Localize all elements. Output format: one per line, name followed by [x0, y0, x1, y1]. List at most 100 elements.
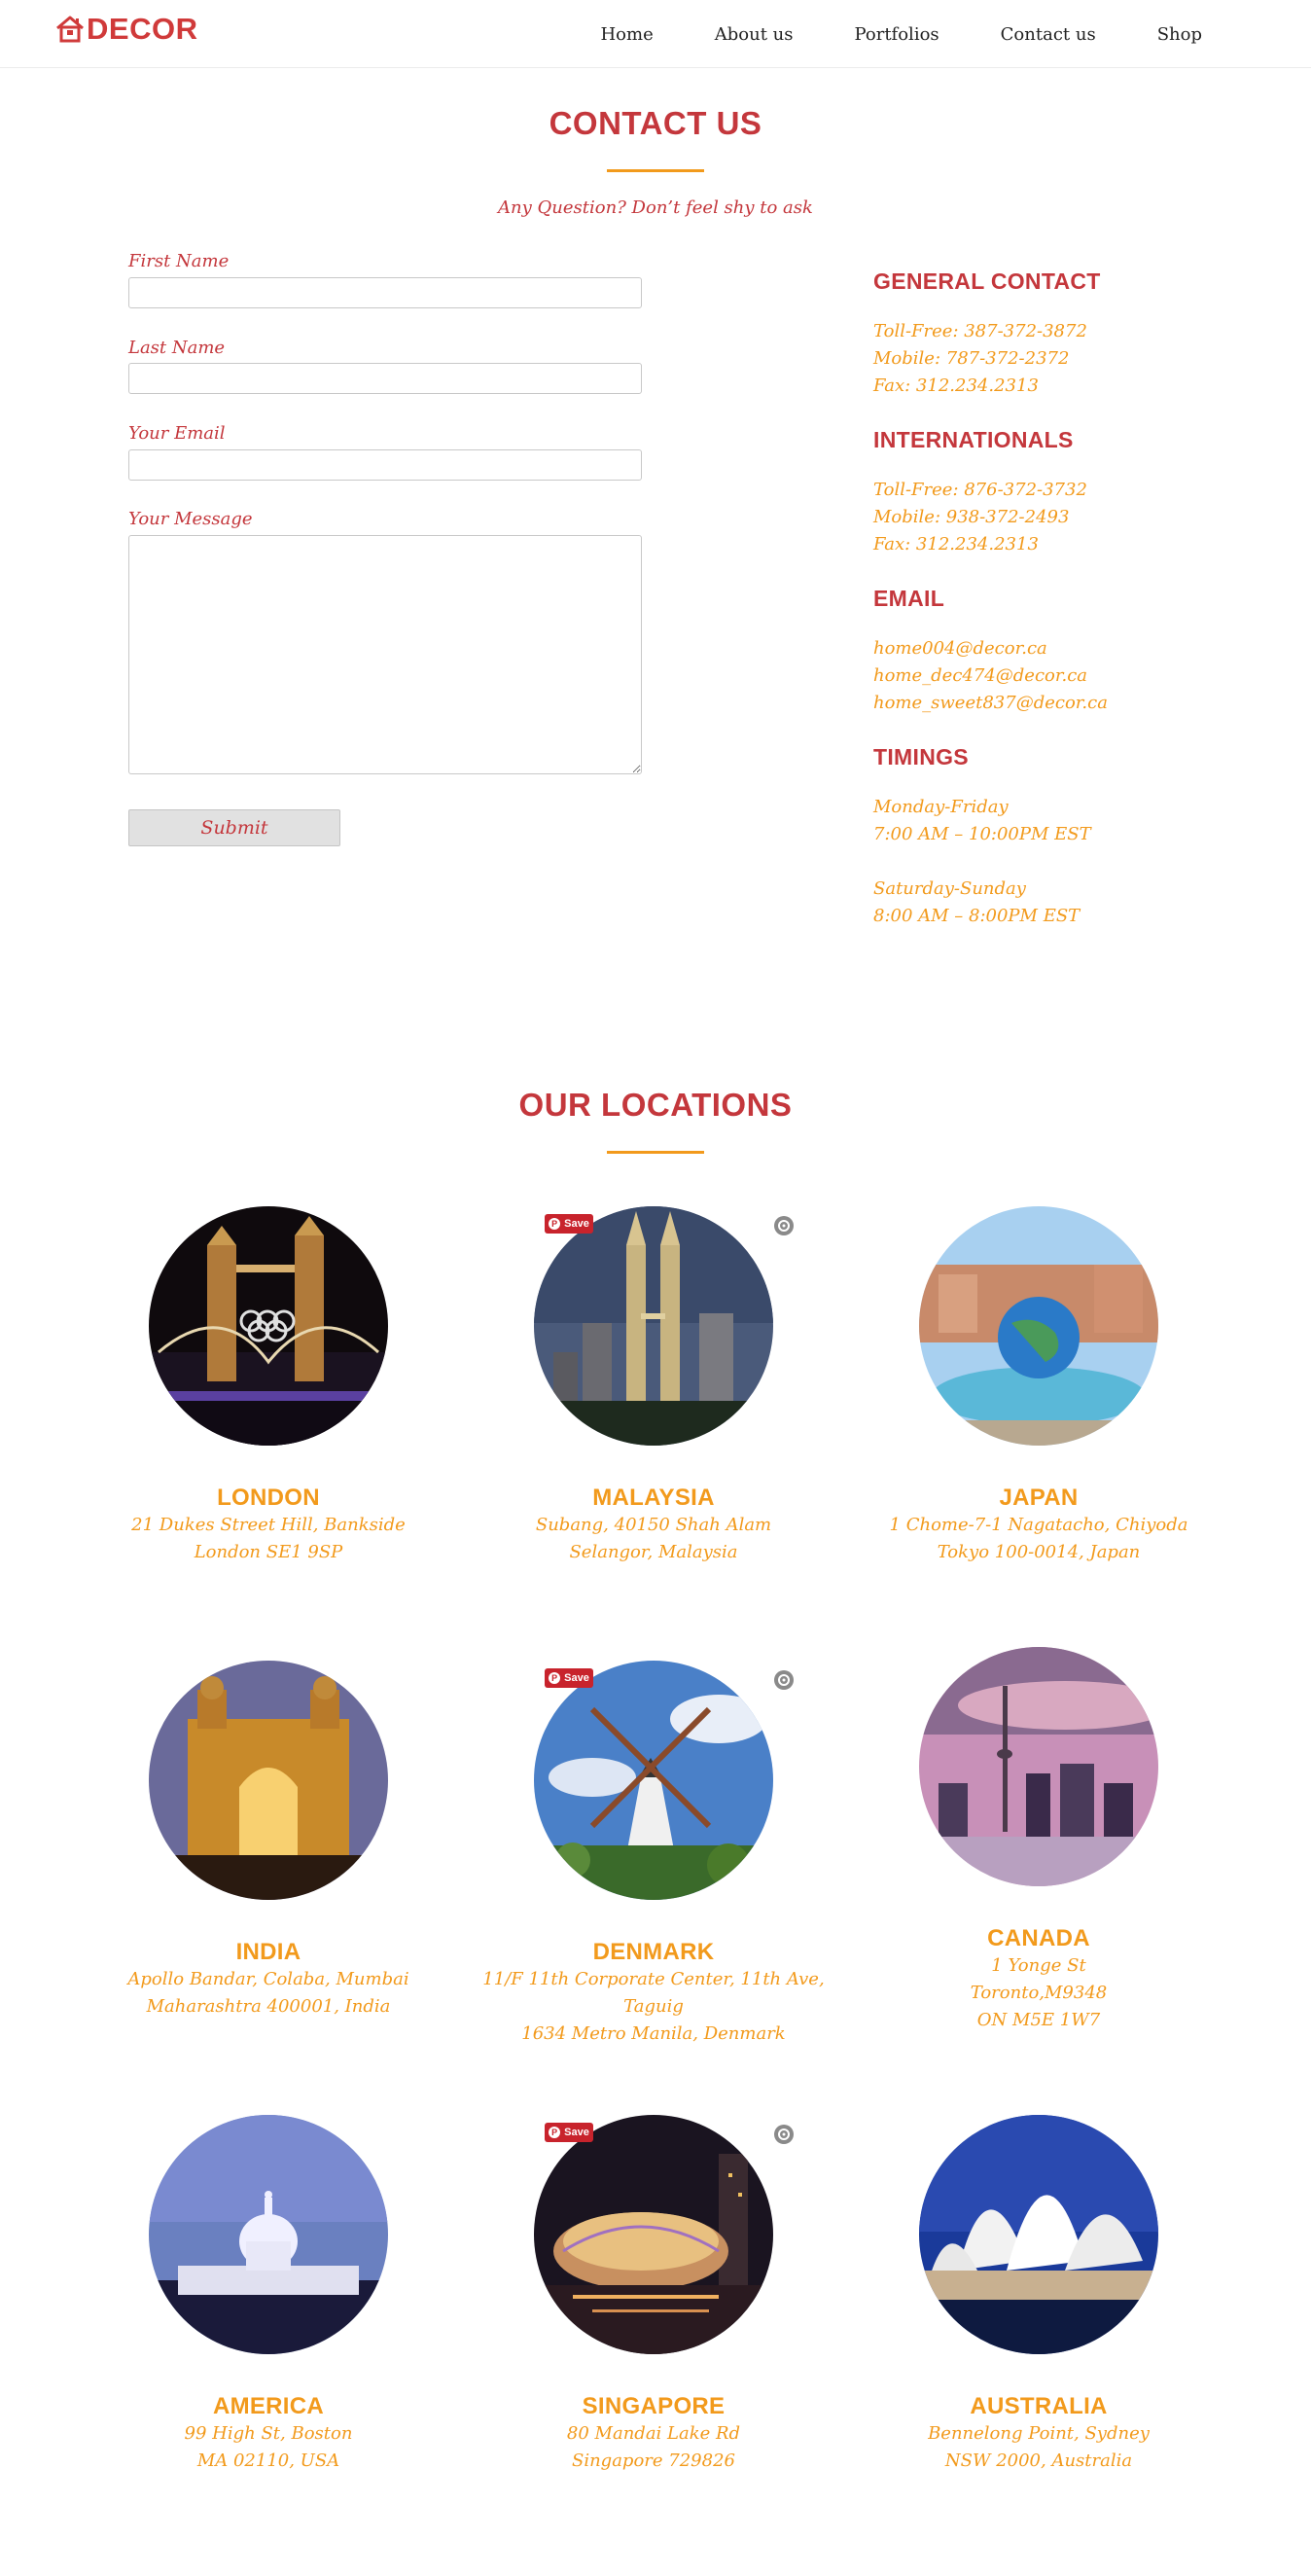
main-nav: Home About us Portfolios Contact us Shop [539, 0, 1202, 68]
weekday-days: Monday-Friday [873, 797, 1009, 817]
email-link-1[interactable]: home004@decor.ca [873, 635, 1262, 662]
location-card-india: INDIA Apollo Bandar, Colaba, Mumbai Maha… [76, 1661, 461, 2021]
email-heading: EMAIL [873, 586, 945, 611]
international-heading: INTERNATIONALS [873, 427, 1074, 452]
weekday-hours: 7:00 AM – 10:00PM EST [873, 824, 1091, 844]
location-card-malaysia: P Save MALAYSIA Subang, 40150 Shah Alam S… [461, 1206, 846, 1566]
visual-search-icon[interactable] [772, 2123, 796, 2146]
location-address-line: Singapore 729826 [572, 2451, 735, 2471]
logo-text: DECOR [87, 12, 198, 46]
international-contact: INTERNATIONALS Toll-Free: 876-372-3732 M… [873, 427, 1262, 558]
general-tollfree: Toll-Free: 387-372-3872 [873, 321, 1087, 341]
pinterest-icon: P [549, 2127, 561, 2138]
email-link-2[interactable]: home_dec474@decor.ca [873, 662, 1262, 690]
location-address-line: Maharashtra 400001, India [146, 1996, 391, 2017]
contact-info: GENERAL CONTACT Toll-Free: 387-372-3872 … [873, 268, 1262, 957]
nav-about-us[interactable]: About us [715, 24, 794, 45]
last-name-field[interactable] [128, 363, 642, 394]
location-name: SINGAPORE [582, 2393, 726, 2419]
email-contact: EMAIL home004@decor.ca home_dec474@decor… [873, 586, 1262, 717]
contact-title-underline [607, 169, 704, 172]
location-card-japan: JAPAN 1 Chome-7-1 Nagatacho, Chiyoda Tok… [846, 1206, 1231, 1566]
location-name: AUSTRALIA [970, 2393, 1108, 2419]
location-card-london: LONDON 21 Dukes Street Hill, Bankside Lo… [76, 1206, 461, 1566]
india-photo [149, 1661, 388, 1900]
site-header: DECOR Home About us Portfolios Contact u… [0, 0, 1311, 68]
location-name: JAPAN [999, 1485, 1079, 1511]
location-address-line: Selangor, Malaysia [569, 1542, 738, 1562]
location-name: AMERICA [212, 2393, 325, 2419]
location-name: INDIA [235, 1939, 301, 1965]
location-name: CANADA [987, 1925, 1090, 1951]
location-address-line: 1 Chome-7-1 Nagatacho, Chiyoda [889, 1515, 1188, 1535]
location-name: MALAYSIA [592, 1485, 715, 1511]
location-name: DENMARK [592, 1939, 715, 1965]
location-address-line: 80 Mandai Lake Rd [566, 2423, 741, 2444]
australia-photo [919, 2115, 1158, 2354]
pinterest-save-button[interactable]: P Save [545, 1214, 593, 1234]
london-photo [149, 1206, 388, 1446]
pinterest-save-button[interactable]: P Save [545, 1668, 593, 1688]
weekend-hours: 8:00 AM – 8:00PM EST [873, 906, 1081, 926]
last-name-label: Last Name [128, 338, 226, 358]
denmark-photo [534, 1661, 773, 1900]
timings-heading: TIMINGS [873, 744, 969, 769]
timings: TIMINGS Monday-Friday 7:00 AM – 10:00PM … [873, 744, 1262, 930]
location-address-line: MA 02110, USA [196, 2451, 340, 2471]
america-photo [149, 2115, 388, 2354]
location-address-line: Apollo Bandar, Colaba, Mumbai [127, 1969, 409, 1989]
canada-photo [919, 1647, 1158, 1886]
location-card-america: AMERICA 99 High St, Boston MA 02110, USA [76, 2115, 461, 2475]
international-mobile: Mobile: 938-372-2493 [873, 507, 1070, 527]
location-address-line: 11/F 11th Corporate Center, 11th Ave, Ta… [482, 1969, 825, 2017]
location-address-line: NSW 2000, Australia [944, 2451, 1133, 2471]
nav-portfolios[interactable]: Portfolios [855, 24, 939, 45]
location-address-line: Subang, 40150 Shah Alam [535, 1515, 772, 1535]
email-label: Your Email [128, 423, 226, 444]
general-contact: GENERAL CONTACT Toll-Free: 387-372-3872 … [873, 268, 1262, 400]
first-name-field[interactable] [128, 277, 642, 308]
singapore-photo [534, 2115, 773, 2354]
location-address-line: 21 Dukes Street Hill, Bankside [131, 1515, 406, 1535]
locations-title: OUR LOCATIONS [518, 1087, 793, 1123]
pinterest-save-button[interactable]: P Save [545, 2123, 593, 2142]
general-contact-heading: GENERAL CONTACT [873, 268, 1101, 294]
email-link-3[interactable]: home_sweet837@decor.ca [873, 690, 1262, 717]
international-fax: Fax: 312.234.2313 [873, 534, 1039, 555]
logo[interactable]: DECOR [54, 10, 197, 49]
weekend-days: Saturday-Sunday [873, 878, 1026, 899]
nav-contact-us[interactable]: Contact us [1001, 24, 1096, 45]
location-address-line: Tokyo 100-0014, Japan [937, 1542, 1141, 1562]
location-address-line: 1 Yonge St [991, 1955, 1086, 1976]
malaysia-photo [534, 1206, 773, 1446]
message-field[interactable] [128, 535, 642, 774]
nav-home[interactable]: Home [600, 24, 653, 45]
pinterest-icon: P [549, 1218, 561, 1230]
location-address-line: London SE1 9SP [194, 1542, 343, 1562]
visual-search-icon[interactable] [772, 1668, 796, 1692]
location-address-line: 1634 Metro Manila, Denmark [521, 2023, 786, 2044]
location-card-australia: AUSTRALIA Bennelong Point, Sydney NSW 20… [846, 2115, 1231, 2475]
location-address-line: ON M5E 1W7 [976, 2010, 1101, 2030]
message-label: Your Message [128, 509, 253, 529]
contact-title: CONTACT US [549, 105, 762, 141]
japan-photo [919, 1206, 1158, 1446]
email-field[interactable] [128, 449, 642, 481]
submit-button[interactable]: Submit [128, 809, 340, 846]
first-name-label: First Name [128, 251, 230, 271]
location-card-canada: CANADA 1 Yonge St Toronto,M9348 ON M5E 1… [846, 1647, 1231, 2034]
pinterest-icon: P [549, 1672, 561, 1684]
location-card-singapore: P Save SINGAPORE 80 Mandai Lake Rd Singap… [461, 2115, 846, 2475]
location-card-denmark: P Save DENMARK 11/F 11th Corporate Center… [461, 1661, 846, 2048]
contact-subtitle: Any Question? Don’t feel shy to ask [498, 197, 813, 218]
location-address-line: Bennelong Point, Sydney [928, 2423, 1150, 2444]
general-mobile: Mobile: 787-372-2372 [873, 348, 1070, 369]
international-tollfree: Toll-Free: 876-372-3732 [873, 480, 1087, 500]
locations-title-underline [607, 1151, 704, 1154]
nav-shop[interactable]: Shop [1157, 24, 1202, 45]
house-icon [56, 16, 84, 43]
location-address-line: 99 High St, Boston [184, 2423, 353, 2444]
location-name: LONDON [217, 1485, 320, 1511]
visual-search-icon[interactable] [772, 1214, 796, 1237]
general-fax: Fax: 312.234.2313 [873, 376, 1039, 396]
